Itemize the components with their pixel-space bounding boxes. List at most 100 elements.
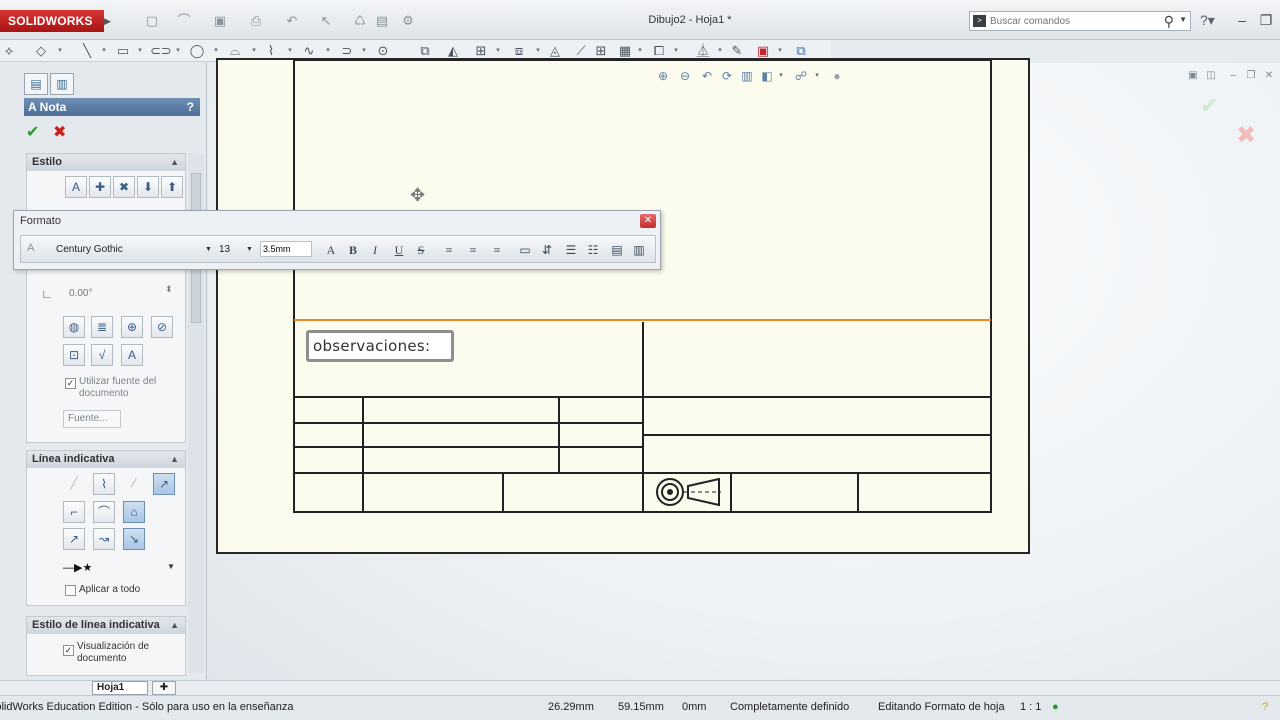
property-manager-tab[interactable]: ▥ — [50, 73, 74, 95]
help-icon[interactable]: ? — [1262, 701, 1268, 713]
dropdown-arrow-icon[interactable]: ▾ — [360, 44, 368, 58]
delete-style-icon[interactable]: ✖ — [113, 176, 135, 198]
add-style-icon[interactable]: ✚ — [89, 176, 111, 198]
no-leader-icon[interactable]: ⁄ — [123, 473, 145, 495]
dropdown-arrow-icon[interactable]: ▾ — [776, 44, 784, 58]
dropdown-arrow-icon[interactable]: ▾ — [100, 44, 108, 58]
stack-icon[interactable]: ▭ — [517, 242, 533, 258]
italic-icon[interactable]: I — [367, 242, 383, 258]
font-color-icon[interactable]: A — [323, 242, 339, 258]
dropdown-arrow-icon[interactable]: ▾ — [250, 44, 258, 58]
search-input[interactable] — [990, 14, 1150, 28]
datum-feature-icon[interactable]: A — [121, 344, 143, 366]
tile-icon[interactable]: ▣ — [1186, 69, 1200, 83]
font-select[interactable]: Century Gothic — [52, 242, 212, 258]
scale[interactable]: 1 : 1 — [1020, 701, 1041, 713]
leader-left-icon[interactable]: ↗ — [63, 528, 85, 550]
add-sheet-icon[interactable]: ✚ — [152, 681, 176, 695]
font-button[interactable]: Fuente... — [63, 410, 121, 428]
ok-icon[interactable]: ✔ — [26, 122, 39, 142]
confirm-ok-icon[interactable]: ✔ — [1200, 93, 1218, 119]
angle-value[interactable]: 0.00° — [69, 288, 92, 299]
rectangle-icon[interactable]: ▭ — [114, 42, 132, 60]
hyperlink-icon[interactable]: ◍ — [63, 316, 85, 338]
straight-leader-icon[interactable]: ⌒ — [93, 501, 115, 523]
chevron-down-icon[interactable]: ▼ — [246, 242, 253, 258]
cancel-icon[interactable]: ✖ — [53, 122, 66, 142]
dropdown-arrow-icon[interactable]: ▾ — [716, 44, 724, 58]
options-icon[interactable]: ⚙ — [400, 13, 416, 29]
leader-right-icon[interactable]: ↝ — [93, 528, 115, 550]
chevron-down-icon[interactable]: ▼ — [205, 242, 212, 258]
style-panel-header[interactable]: Estilo ▲ — [27, 154, 185, 171]
bent-leader-icon[interactable]: ⌐ — [63, 501, 85, 523]
angle-spinner-icon[interactable]: ⬍ — [165, 284, 173, 295]
rotate-icon[interactable]: ⟳ — [719, 68, 735, 84]
solidworks-logo[interactable]: SOLIDWORKS — [0, 10, 104, 32]
open-icon[interactable]: ⌒ — [176, 13, 192, 29]
zoom-to-fit-icon[interactable]: ⊕ — [655, 68, 671, 84]
dropdown-arrow-icon[interactable]: ▾ — [494, 44, 502, 58]
help-icon[interactable]: ?▾ — [1200, 12, 1215, 29]
close-icon[interactable]: ✕ — [1262, 69, 1276, 83]
line-icon[interactable]: ╲ — [78, 42, 96, 60]
dropdown-arrow-icon[interactable]: ▾ — [773, 68, 789, 84]
print-icon[interactable]: ⎙ — [248, 13, 264, 29]
chevron-down-icon[interactable]: ▼ — [167, 562, 175, 571]
collapse-icon[interactable]: ▲ — [170, 617, 179, 634]
help-icon[interactable]: ? — [187, 98, 194, 116]
auto-leader-icon[interactable]: ↗ — [153, 473, 175, 495]
menu-arrow-icon[interactable]: ▶ — [104, 12, 112, 30]
confirm-cancel-icon[interactable]: ✖ — [1236, 121, 1256, 150]
minimize-icon[interactable]: – — [1226, 69, 1240, 83]
dropdown-arrow-icon[interactable]: ▾ — [174, 44, 182, 58]
eraser-icon[interactable]: ◇ — [32, 42, 50, 60]
align-right-icon[interactable]: ≡ — [489, 242, 505, 258]
use-doc-font-checkbox[interactable]: ✓ — [65, 378, 76, 389]
graphics-area[interactable]: observaciones: ✥ ⊕ ⊖ ↶ ⟳ ▥ ◧ ▾ ☍ ▾ ● ▣ ◫… — [208, 58, 1280, 680]
line-spacing-icon[interactable]: ⇵ — [539, 242, 555, 258]
leader-nearest-icon[interactable]: ↘ — [123, 528, 145, 550]
dropdown-arrow-icon[interactable]: ▾ — [809, 68, 825, 84]
indent-icon[interactable]: ▤ — [609, 242, 625, 258]
underline-icon[interactable]: U — [391, 242, 407, 258]
font-height-input[interactable] — [260, 241, 312, 257]
dropdown-arrow-icon[interactable]: ▾ — [672, 44, 680, 58]
note-text[interactable]: observaciones: — [313, 337, 430, 355]
dropdown-arrow-icon[interactable]: ▾ — [636, 44, 644, 58]
collapse-icon[interactable]: ▲ — [170, 451, 179, 468]
split-icon[interactable]: ◫ — [1204, 69, 1218, 83]
align-left-icon[interactable]: ≡ — [441, 242, 457, 258]
bullets-icon[interactable]: ☷ — [585, 242, 601, 258]
leader-panel-header[interactable]: Línea indicativa ▲ — [27, 451, 185, 468]
slot-icon[interactable]: ⊂⊃ — [150, 42, 172, 60]
doc-display-checkbox[interactable]: ✓ — [63, 645, 74, 656]
dropdown-arrow-icon[interactable]: ▾ — [212, 44, 220, 58]
format-toolbar[interactable]: Formato ✕ A Century Gothic ▼ 13 ▼ A B I … — [13, 210, 661, 270]
feature-manager-tab[interactable]: ▤ — [24, 73, 48, 95]
outdent-icon[interactable]: ▥ — [631, 242, 647, 258]
leader-style-panel-header[interactable]: Estilo de línea indicativa ▲ — [27, 617, 185, 634]
insert-gdt-icon[interactable]: ⊡ — [63, 344, 85, 366]
file-properties-icon[interactable]: ▤ — [374, 13, 390, 29]
chevron-down-icon[interactable]: ▼ — [1179, 15, 1187, 24]
zoom-area-icon[interactable]: ⊖ — [677, 68, 693, 84]
hide-show-icon[interactable]: ☍ — [793, 68, 809, 84]
note-annotation[interactable]: observaciones: — [306, 330, 454, 362]
dropdown-arrow-icon[interactable]: ▾ — [534, 44, 542, 58]
leader-icon[interactable]: ╱ — [63, 473, 85, 495]
smart-dimension-icon[interactable]: ⟡ — [0, 42, 18, 60]
command-search[interactable]: > ⚲ ▼ — [969, 11, 1191, 31]
apply-default-style-icon[interactable]: A — [65, 176, 87, 198]
rebuild-icon[interactable]: ♺ — [352, 13, 368, 29]
save-style-icon[interactable]: ⬇ — [137, 176, 159, 198]
dropdown-arrow-icon[interactable]: ▾ — [56, 44, 64, 58]
link-property-icon[interactable]: ≣ — [91, 316, 113, 338]
save-icon[interactable]: ▣ — [212, 13, 228, 29]
undo-icon[interactable]: ↶ — [284, 13, 300, 29]
circle-icon[interactable]: ◯ — [188, 42, 206, 60]
dropdown-arrow-icon[interactable]: ▾ — [136, 44, 144, 58]
lock-symbol-icon[interactable]: ⊘ — [151, 316, 173, 338]
dropdown-arrow-icon[interactable]: ▾ — [286, 44, 294, 58]
add-symbol-icon[interactable]: ⊕ — [121, 316, 143, 338]
